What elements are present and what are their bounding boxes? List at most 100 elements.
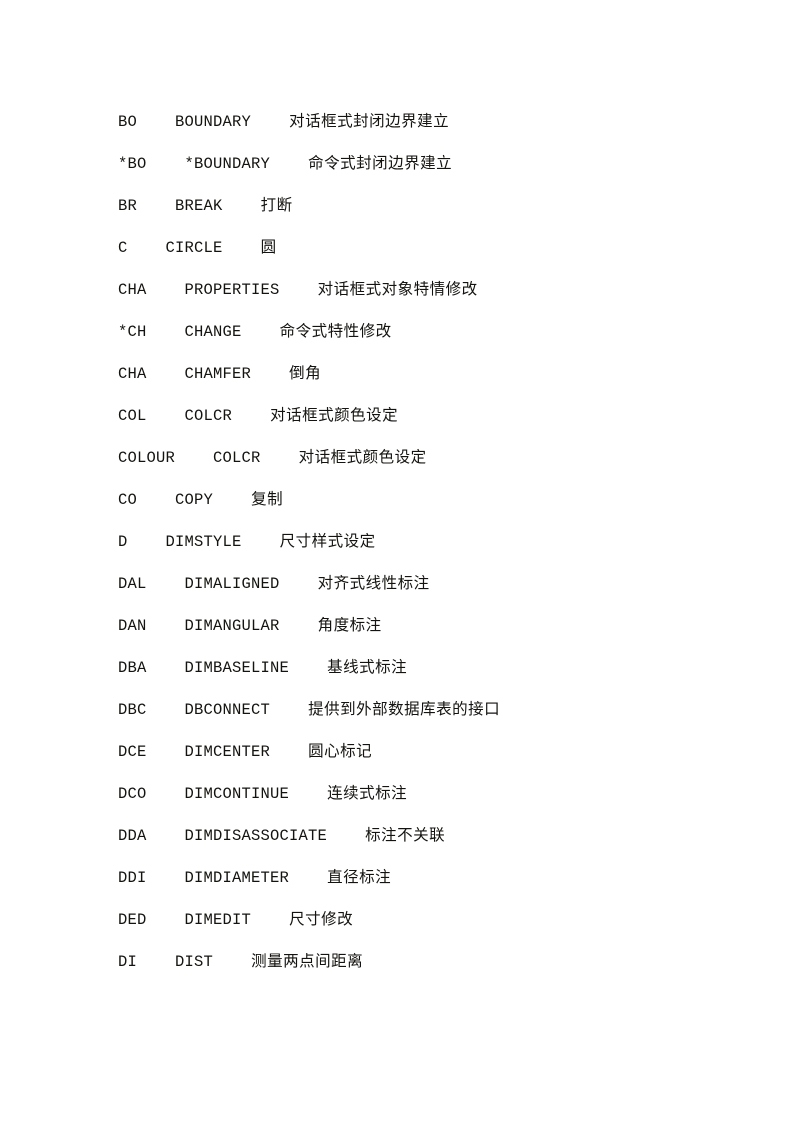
- alias-description: 直径标注: [327, 868, 392, 886]
- alias-abbreviation: BO: [118, 113, 138, 131]
- alias-abbreviation: COL: [118, 407, 147, 425]
- alias-description: 尺寸样式设定: [279, 532, 376, 550]
- column-gap: [147, 155, 185, 173]
- alias-abbreviation: D: [118, 533, 128, 551]
- column-gap: [137, 953, 175, 971]
- alias-command-name: DIMCENTER: [184, 743, 271, 761]
- alias-description: 圆心标记: [308, 742, 373, 760]
- alias-description: 对话框式封闭边界建立: [289, 112, 450, 130]
- alias-command-name: DIMDISASSOCIATE: [184, 827, 328, 845]
- alias-abbreviation: CO: [118, 491, 138, 509]
- column-gap: [270, 701, 308, 719]
- column-gap: [251, 113, 289, 131]
- alias-command-name: DIMDIAMETER: [184, 869, 290, 887]
- alias-row: DCE DIMCENTER 圆心标记: [118, 730, 718, 772]
- column-gap: [147, 575, 185, 593]
- column-gap: [251, 365, 289, 383]
- column-gap: [147, 281, 185, 299]
- column-gap: [128, 239, 166, 257]
- alias-abbreviation: DAN: [118, 617, 147, 635]
- column-gap: [251, 911, 289, 929]
- column-gap: [147, 659, 185, 677]
- alias-description: 标注不关联: [365, 826, 446, 844]
- alias-abbreviation: *CH: [118, 323, 147, 341]
- alias-row: DAN DIMANGULAR 角度标注: [118, 604, 718, 646]
- alias-abbreviation: DDI: [118, 869, 147, 887]
- column-gap: [289, 869, 327, 887]
- alias-row: DDI DIMDIAMETER 直径标注: [118, 856, 718, 898]
- column-gap: [280, 281, 318, 299]
- column-gap: [147, 869, 185, 887]
- alias-row: *CH CHANGE 命令式特性修改: [118, 310, 718, 352]
- column-gap: [147, 743, 185, 761]
- column-gap: [147, 701, 185, 719]
- alias-description: 命令式特性修改: [279, 322, 392, 340]
- alias-row: *BO *BOUNDARY 命令式封闭边界建立: [118, 142, 718, 184]
- alias-description: 对话框式对象特情修改: [317, 280, 478, 298]
- alias-command-name: BOUNDARY: [175, 113, 252, 131]
- alias-row: DED DIMEDIT 尺寸修改: [118, 898, 718, 940]
- alias-command-name: DIMSTYLE: [165, 533, 242, 551]
- alias-abbreviation: CHA: [118, 365, 147, 383]
- alias-command-name: BREAK: [175, 197, 223, 215]
- alias-description: 圆: [260, 238, 277, 256]
- alias-description: 测量两点间距离: [251, 952, 364, 970]
- document-page: BO BOUNDARY 对话框式封闭边界建立 *BO *BOUNDARY 命令式封…: [0, 0, 800, 1132]
- column-gap: [270, 155, 308, 173]
- alias-abbreviation: BR: [118, 197, 138, 215]
- column-gap: [147, 365, 185, 383]
- alias-row: DCO DIMCONTINUE 连续式标注: [118, 772, 718, 814]
- column-gap: [280, 575, 318, 593]
- alias-row: COL COLCR 对话框式颜色设定: [118, 394, 718, 436]
- column-gap: [289, 659, 327, 677]
- alias-abbreviation: DI: [118, 953, 138, 971]
- column-gap: [242, 533, 280, 551]
- column-gap: [137, 197, 175, 215]
- alias-row: DAL DIMALIGNED 对齐式线性标注: [118, 562, 718, 604]
- alias-row: D DIMSTYLE 尺寸样式设定: [118, 520, 718, 562]
- alias-row: C CIRCLE 圆: [118, 226, 718, 268]
- alias-command-name: COPY: [175, 491, 214, 509]
- alias-row: CO COPY 复制: [118, 478, 718, 520]
- column-gap: [270, 743, 308, 761]
- column-gap: [223, 197, 261, 215]
- alias-abbreviation: DCE: [118, 743, 147, 761]
- column-gap: [289, 785, 327, 803]
- alias-command-name: DIST: [175, 953, 214, 971]
- alias-command-name: DIMCONTINUE: [184, 785, 290, 803]
- alias-row: CHA PROPERTIES 对话框式对象特情修改: [118, 268, 718, 310]
- column-gap: [327, 827, 365, 845]
- alias-abbreviation: CHA: [118, 281, 147, 299]
- column-gap: [137, 113, 175, 131]
- alias-row: BR BREAK 打断: [118, 184, 718, 226]
- column-gap: [242, 323, 280, 341]
- alias-abbreviation: DDA: [118, 827, 147, 845]
- alias-command-name: CHAMFER: [184, 365, 252, 383]
- alias-list: BO BOUNDARY 对话框式封闭边界建立 *BO *BOUNDARY 命令式封…: [118, 100, 718, 982]
- column-gap: [147, 785, 185, 803]
- column-gap: [280, 617, 318, 635]
- alias-description: 连续式标注: [327, 784, 408, 802]
- alias-description: 对话框式颜色设定: [298, 448, 427, 466]
- alias-row: BO BOUNDARY 对话框式封闭边界建立: [118, 100, 718, 142]
- alias-description: 倒角: [289, 364, 322, 382]
- alias-description: 对话框式颜色设定: [270, 406, 399, 424]
- alias-command-name: COLCR: [213, 449, 261, 467]
- alias-command-name: DIMEDIT: [184, 911, 252, 929]
- alias-description: 命令式封闭边界建立: [308, 154, 453, 172]
- alias-description: 复制: [251, 490, 284, 508]
- column-gap: [232, 407, 270, 425]
- alias-abbreviation: DBA: [118, 659, 147, 677]
- column-gap: [147, 827, 185, 845]
- alias-description: 基线式标注: [327, 658, 408, 676]
- column-gap: [147, 911, 185, 929]
- alias-command-name: DBCONNECT: [184, 701, 271, 719]
- column-gap: [213, 953, 251, 971]
- alias-command-name: DIMBASELINE: [184, 659, 290, 677]
- alias-command-name: COLCR: [184, 407, 233, 425]
- alias-command-name: *BOUNDARY: [184, 155, 271, 173]
- alias-abbreviation: COLOUR: [118, 449, 176, 467]
- alias-abbreviation: *BO: [118, 155, 147, 173]
- alias-abbreviation: C: [118, 239, 128, 257]
- column-gap: [147, 617, 185, 635]
